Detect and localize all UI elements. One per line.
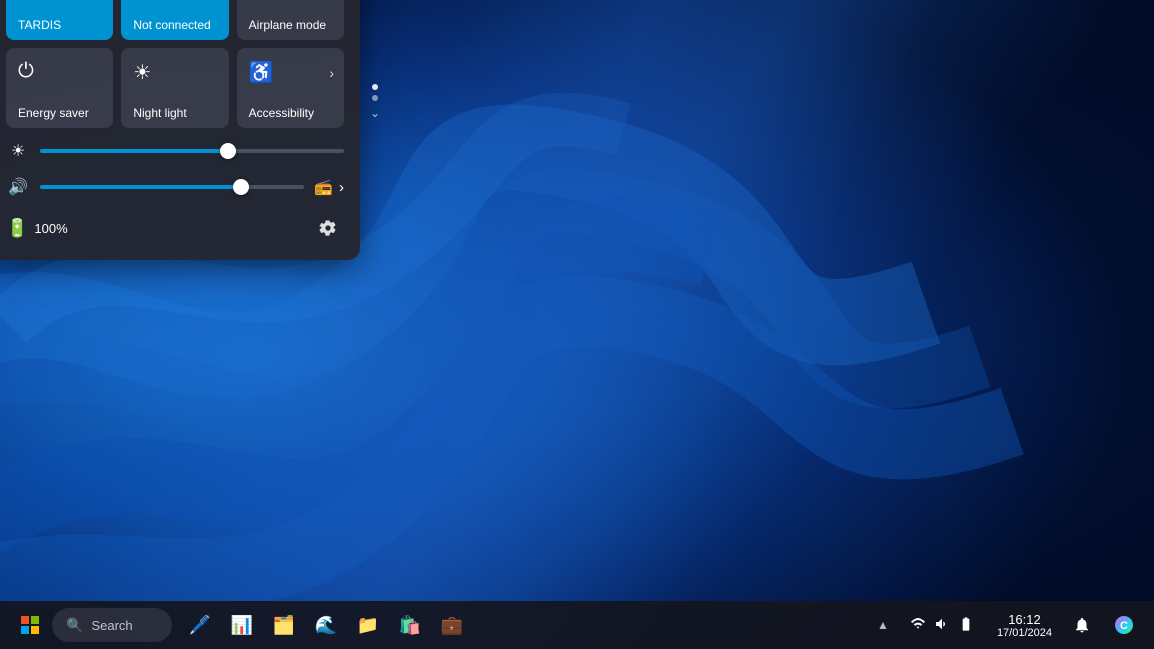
taskbar-app-store[interactable]: 🛍️ bbox=[390, 605, 430, 645]
wifi-tile-label: TARDIS bbox=[18, 18, 61, 32]
taskbar-app-pencil[interactable]: 🖊️ bbox=[180, 605, 220, 645]
night-light-tile[interactable]: ☀ Night light bbox=[121, 48, 228, 128]
volume-slider-row: 🔊 📻 › bbox=[6, 176, 344, 198]
taskbar-app-teams[interactable]: 💼 bbox=[432, 605, 472, 645]
volume-fill bbox=[40, 185, 241, 189]
brightness-icon: ☀ bbox=[6, 141, 30, 161]
scroll-indicators: ⌄ bbox=[370, 84, 380, 120]
system-tray-icons[interactable] bbox=[899, 612, 985, 639]
energy-saver-tile[interactable]: ⏻ Energy saver bbox=[6, 48, 113, 128]
energy-icon: ⏻ bbox=[18, 60, 34, 83]
brightness-slider[interactable] bbox=[40, 140, 344, 162]
battery-indicator: 🔋 100% bbox=[6, 218, 68, 239]
brightness-track bbox=[40, 149, 344, 153]
night-tile-label: Night light bbox=[133, 106, 186, 120]
media-output-icon[interactable]: 📻 bbox=[314, 178, 333, 196]
bluetooth-tile-label: Not connected bbox=[133, 18, 210, 32]
volume-slider[interactable] bbox=[40, 176, 304, 198]
accessibility-icon: ♿ bbox=[249, 60, 274, 85]
night-tile-top: ☀ bbox=[133, 60, 218, 85]
accessibility-tile-top: ♿ › bbox=[249, 60, 334, 85]
taskbar-app-folder[interactable]: 📁 bbox=[348, 605, 388, 645]
volume-right-controls: 📻 › bbox=[314, 178, 344, 196]
taskbar-app-chart[interactable]: 📊 bbox=[222, 605, 262, 645]
accessibility-tile-label: Accessibility bbox=[249, 106, 314, 120]
scroll-dot-2 bbox=[372, 95, 378, 101]
bluetooth-tile[interactable]: ★ › Not connected bbox=[121, 0, 228, 40]
energy-tile-top: ⏻ bbox=[18, 60, 103, 83]
airplane-tile[interactable]: ✈ Airplane mode bbox=[237, 0, 344, 40]
wifi-tile[interactable]: 📶 › TARDIS bbox=[6, 0, 113, 40]
copilot-button[interactable]: C bbox=[1104, 605, 1144, 645]
taskbar: 🔍 Search 🖊️ 📊 🗂️ 🌊 📁 🛍️ 💼 ▲ bbox=[0, 601, 1154, 649]
start-button[interactable] bbox=[10, 605, 50, 645]
battery-tray-icon bbox=[955, 616, 977, 635]
wifi-tray-icon bbox=[907, 616, 929, 635]
volume-track bbox=[40, 185, 304, 189]
media-expand-icon[interactable]: › bbox=[339, 179, 344, 196]
notification-button[interactable] bbox=[1064, 607, 1100, 643]
volume-thumb[interactable] bbox=[233, 179, 249, 195]
volume-tray-icon bbox=[931, 616, 953, 635]
volume-icon: 🔊 bbox=[6, 177, 30, 197]
airplane-tile-label: Airplane mode bbox=[249, 18, 326, 32]
scroll-dot-1 bbox=[372, 84, 378, 90]
taskbar-clock[interactable]: 16:12 17/01/2024 bbox=[989, 610, 1060, 641]
brightness-slider-row: ☀ bbox=[6, 140, 344, 162]
taskbar-app-files[interactable]: 🗂️ bbox=[264, 605, 304, 645]
brightness-thumb[interactable] bbox=[220, 143, 236, 159]
battery-icon: 🔋 bbox=[6, 218, 28, 239]
battery-percent: 100% bbox=[34, 221, 67, 236]
quick-panel-bottom: 🔋 100% bbox=[6, 212, 344, 244]
clock-date: 17/01/2024 bbox=[997, 627, 1052, 639]
energy-tile-label: Energy saver bbox=[18, 106, 89, 120]
show-hidden-icons-button[interactable]: ▲ bbox=[871, 614, 895, 636]
clock-time: 16:12 bbox=[1008, 612, 1041, 627]
night-light-icon: ☀ bbox=[133, 60, 151, 85]
search-icon: 🔍 bbox=[66, 617, 83, 634]
taskbar-left: 🔍 Search 🖊️ 📊 🗂️ 🌊 📁 🛍️ 💼 bbox=[0, 605, 472, 645]
accessibility-tile-arrow[interactable]: › bbox=[329, 65, 334, 81]
quick-settings-panel: ⌄ 📶 › TARDIS ★ › Not connected ✈ Airplan… bbox=[0, 0, 360, 260]
taskbar-app-edge[interactable]: 🌊 bbox=[306, 605, 346, 645]
svg-text:C: C bbox=[1120, 620, 1128, 632]
brightness-fill bbox=[40, 149, 228, 153]
accessibility-tile[interactable]: ♿ › Accessibility bbox=[237, 48, 344, 128]
search-bar[interactable]: 🔍 Search bbox=[52, 608, 172, 642]
search-label: Search bbox=[91, 618, 132, 633]
quick-tiles-grid: 📶 › TARDIS ★ › Not connected ✈ Airplane … bbox=[6, 0, 344, 128]
taskbar-right: ▲ 16:12 17/01/2024 bbox=[871, 605, 1154, 645]
settings-button[interactable] bbox=[312, 212, 344, 244]
scroll-down-chevron[interactable]: ⌄ bbox=[370, 106, 380, 120]
